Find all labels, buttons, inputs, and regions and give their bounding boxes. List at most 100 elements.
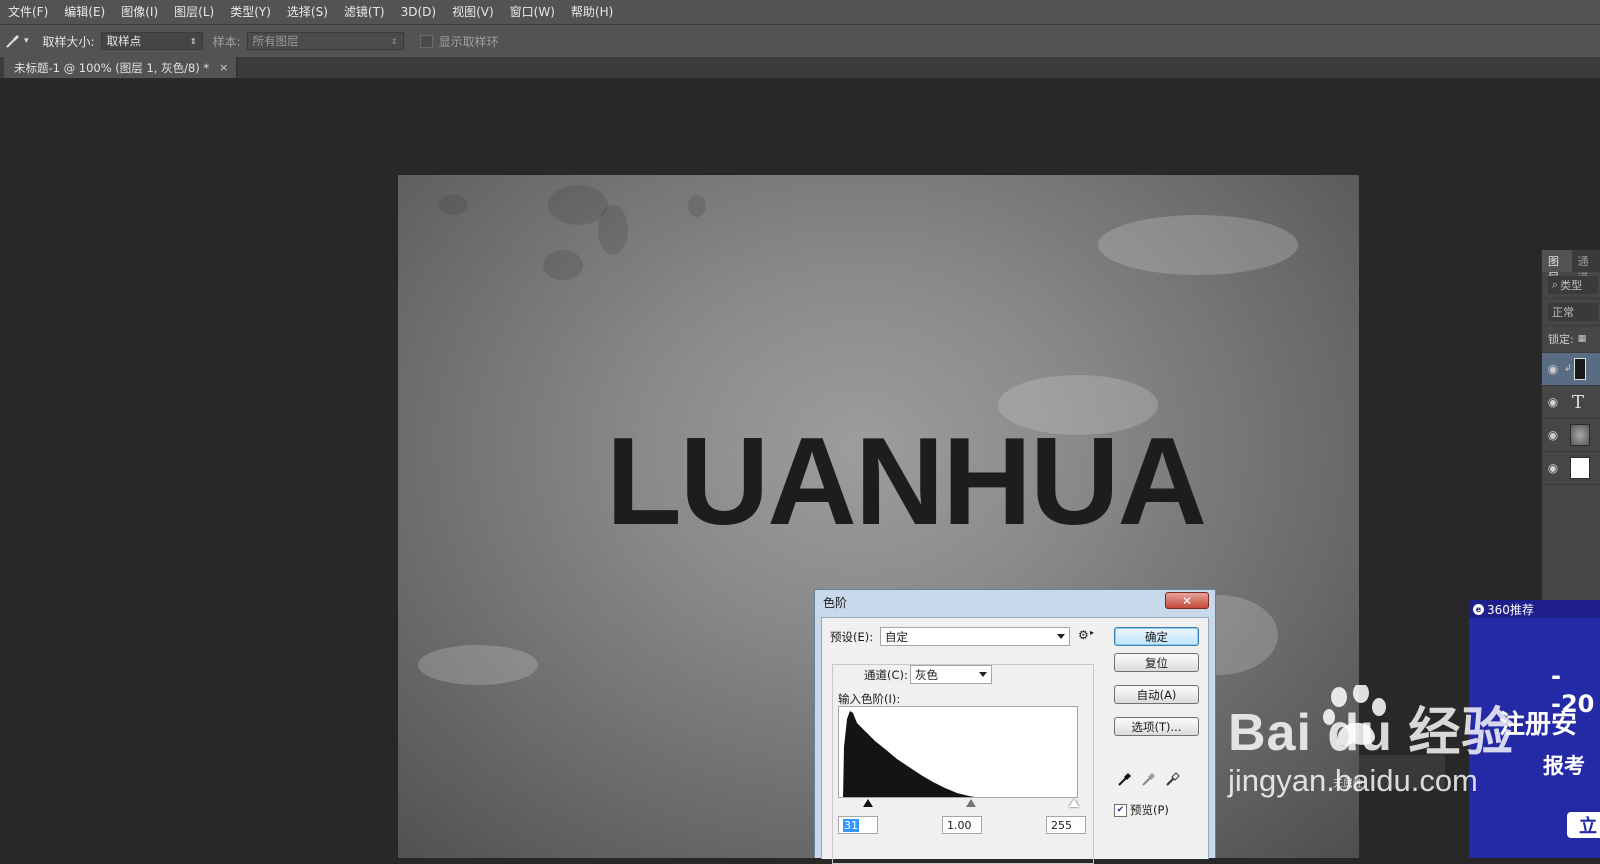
- channel-select[interactable]: 灰色: [910, 665, 992, 684]
- black-point-handle[interactable]: [863, 799, 873, 807]
- blend-mode-row: 正常: [1542, 299, 1600, 326]
- show-ring-checkbox[interactable]: [420, 35, 433, 48]
- layer-thumbnail: [1574, 358, 1586, 380]
- layer-thumbnail: [1570, 424, 1590, 446]
- input-white-value: 255: [1051, 819, 1072, 832]
- preset-value: 自定: [885, 629, 908, 645]
- black-eyedropper-icon[interactable]: [1118, 772, 1132, 790]
- dialog-body: 预设(E): 自定 ⚙ ▸ 通道(C): 灰色 输入色阶(I): 31 1.00: [821, 617, 1209, 859]
- canvas-text-luanhua: LUANHUA: [606, 420, 1205, 544]
- layer-row-texture[interactable]: ◉: [1542, 419, 1600, 452]
- options-button[interactable]: 选项(T)...: [1114, 717, 1199, 736]
- input-gamma-value: 1.00: [947, 819, 972, 832]
- preview-checkbox[interactable]: ✔ 预览(P): [1114, 802, 1169, 818]
- eye-icon[interactable]: ◉: [1542, 362, 1564, 376]
- ad-popup-360[interactable]: e 360推荐 --20 注册安 报考 立: [1469, 600, 1600, 858]
- input-white-field[interactable]: 255: [1046, 816, 1086, 834]
- sample-size-value: 取样点: [107, 33, 142, 49]
- 360-logo-icon: e: [1473, 604, 1484, 615]
- layers-panel: 图层 通道 ⌕ 类型 正常 锁定: ▦ ◉ ↲ ◉ T ◉ ◉: [1541, 250, 1600, 610]
- gear-icon[interactable]: ⚙: [1078, 628, 1089, 642]
- layer-row-selected[interactable]: ◉ ↲: [1542, 353, 1600, 386]
- close-button[interactable]: ✕: [1165, 592, 1209, 609]
- menu-window[interactable]: 窗口(W): [502, 0, 563, 24]
- ad-header: e 360推荐: [1469, 600, 1600, 618]
- input-levels-slider: [838, 799, 1078, 809]
- gear-menu-dot-icon: ▸: [1090, 628, 1094, 637]
- search-icon: ⌕: [1552, 278, 1558, 292]
- lock-row: 锁定: ▦: [1542, 326, 1600, 353]
- blend-mode-select[interactable]: 正常: [1548, 303, 1598, 321]
- eye-icon[interactable]: ◉: [1542, 395, 1564, 409]
- layer-filter-row: ⌕ 类型: [1542, 272, 1600, 299]
- checkmark-icon: ✔: [1114, 804, 1127, 817]
- eyedropper-tool-icon[interactable]: [2, 30, 24, 52]
- gray-eyedropper-icon[interactable]: [1142, 772, 1156, 790]
- menu-view[interactable]: 视图(V): [444, 0, 502, 24]
- sample-label: 样本:: [213, 33, 241, 50]
- layer-filter-placeholder: 类型: [1560, 277, 1582, 293]
- clip-arrow-icon: ↲: [1564, 364, 1572, 374]
- input-black-value: 31: [843, 819, 859, 832]
- preset-label: 预设(E):: [830, 629, 873, 645]
- white-eyedropper-icon[interactable]: [1166, 772, 1180, 790]
- sample-size-select[interactable]: 取样点 ⇕: [101, 32, 203, 50]
- updown-arrows-icon: ⇕: [391, 37, 398, 46]
- text-layer-icon: T: [1572, 392, 1584, 413]
- channel-value: 灰色: [915, 667, 938, 683]
- sample-value: 所有图层: [253, 33, 299, 49]
- ok-button[interactable]: 确定: [1114, 627, 1199, 646]
- auto-button[interactable]: 自动(A): [1114, 685, 1199, 704]
- lock-label: 锁定:: [1548, 331, 1574, 347]
- updown-arrows-icon: ⇕: [190, 37, 197, 46]
- channel-label: 通道(C):: [862, 667, 910, 683]
- menu-file[interactable]: 文件(F): [0, 0, 56, 24]
- document-tab-bar: 未标题-1 @ 100% (图层 1, 灰色/8) * ×: [0, 57, 1600, 79]
- histogram: [838, 706, 1078, 798]
- no-properties-label: 无属性: [1333, 779, 1363, 790]
- dialog-title: 色阶: [823, 594, 847, 611]
- eye-icon[interactable]: ◉: [1542, 428, 1564, 442]
- tab-channels[interactable]: 通道: [1572, 250, 1600, 272]
- layer-row-background[interactable]: ◉: [1542, 452, 1600, 485]
- document-tab-title: 未标题-1 @ 100% (图层 1, 灰色/8) *: [14, 60, 209, 76]
- show-ring-label: 显示取样环: [439, 33, 499, 50]
- gamma-handle[interactable]: [966, 799, 976, 807]
- sample-select[interactable]: 所有图层 ⇕: [247, 32, 404, 50]
- ad-line-3: 报考: [1543, 750, 1585, 780]
- close-tab-icon[interactable]: ×: [219, 61, 228, 74]
- menu-filter[interactable]: 滤镜(T): [336, 0, 393, 24]
- layer-row-text[interactable]: ◉ T: [1542, 386, 1600, 419]
- tool-preset-chevron-icon[interactable]: ▾: [24, 36, 29, 46]
- menu-image[interactable]: 图像(I): [113, 0, 166, 24]
- sample-size-label: 取样大小:: [43, 33, 95, 50]
- dropdown-arrow-icon: [979, 672, 987, 677]
- lock-transparency-icon[interactable]: ▦: [1578, 334, 1587, 344]
- preview-label: 预览(P): [1130, 802, 1169, 818]
- menu-help[interactable]: 帮助(H): [563, 0, 621, 24]
- layer-thumbnail: [1570, 457, 1590, 479]
- dropdown-arrow-icon: [1057, 634, 1065, 639]
- document-tab[interactable]: 未标题-1 @ 100% (图层 1, 灰色/8) * ×: [4, 57, 237, 78]
- menu-type[interactable]: 类型(Y): [222, 0, 279, 24]
- input-gamma-field[interactable]: 1.00: [942, 816, 982, 834]
- input-black-field[interactable]: 31: [838, 816, 878, 834]
- menu-bar: 文件(F) 编辑(E) 图像(I) 图层(L) 类型(Y) 选择(S) 滤镜(T…: [0, 0, 1600, 25]
- menu-3d[interactable]: 3D(D): [393, 0, 444, 24]
- menu-edit[interactable]: 编辑(E): [56, 0, 113, 24]
- options-bar: ▾ 取样大小: 取样点 ⇕ 样本: 所有图层 ⇕ 显示取样环: [0, 25, 1600, 58]
- reset-button[interactable]: 复位: [1114, 653, 1199, 672]
- ad-header-label: 360推荐: [1487, 601, 1534, 618]
- input-levels-label: 输入色阶(I):: [838, 691, 900, 707]
- eye-icon[interactable]: ◉: [1542, 461, 1564, 475]
- ad-line-2: 注册安: [1499, 704, 1577, 741]
- tab-layers[interactable]: 图层: [1542, 250, 1572, 272]
- preset-select[interactable]: 自定: [880, 627, 1070, 646]
- dialog-titlebar[interactable]: 色阶: [815, 590, 1215, 614]
- white-point-handle[interactable]: [1069, 799, 1079, 807]
- menu-select[interactable]: 选择(S): [279, 0, 336, 24]
- ad-cta-button[interactable]: 立: [1567, 812, 1600, 838]
- layer-filter-field[interactable]: ⌕ 类型: [1548, 276, 1598, 294]
- menu-layer[interactable]: 图层(L): [166, 0, 222, 24]
- properties-panel-fragment: 无属性: [1325, 755, 1445, 789]
